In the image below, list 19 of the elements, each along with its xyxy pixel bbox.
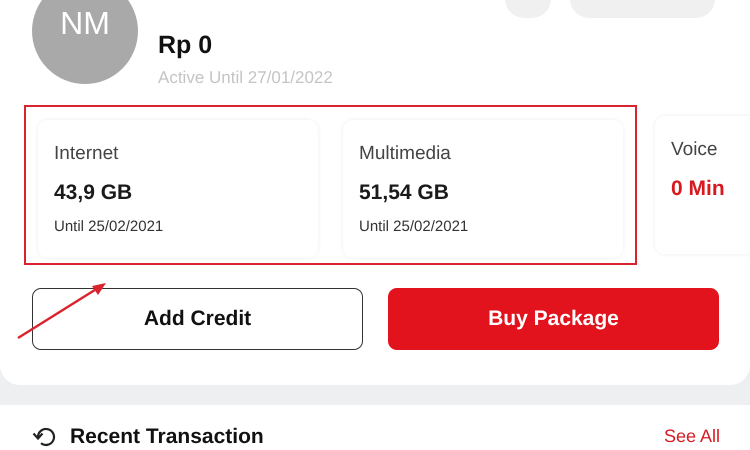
expiry-date: Until 25/02/2021 [359,218,470,235]
history-icon [32,426,58,448]
package-name: Multimedia [359,142,452,166]
active-until-text: Active Until 27/01/2022 [158,68,333,88]
avatar: NM [32,0,138,84]
package-name: Internet [54,142,120,166]
section-title: Recent Transaction [70,424,264,448]
package-name: Voice [671,138,718,162]
package-card[interactable]: Voice 0 Min [655,116,750,254]
see-all-link[interactable]: See All [664,426,720,447]
package-amount: 0 Min [671,176,726,202]
package-card[interactable]: Multimedia 51,54 GB Until 25/02/2021 [343,120,623,258]
package-card[interactable]: Internet 43,9 GB Until 25/02/2021 [38,120,318,258]
buy-package-button[interactable]: Buy Package [388,288,719,350]
expiry-date: Until 25/02/2021 [54,218,164,235]
package-amount: 51,54 GB [359,180,450,206]
package-amount: 43,9 GB [54,180,134,206]
balance-amount: Rp 0 [158,30,214,60]
add-credit-button[interactable]: Add Credit [32,288,363,350]
